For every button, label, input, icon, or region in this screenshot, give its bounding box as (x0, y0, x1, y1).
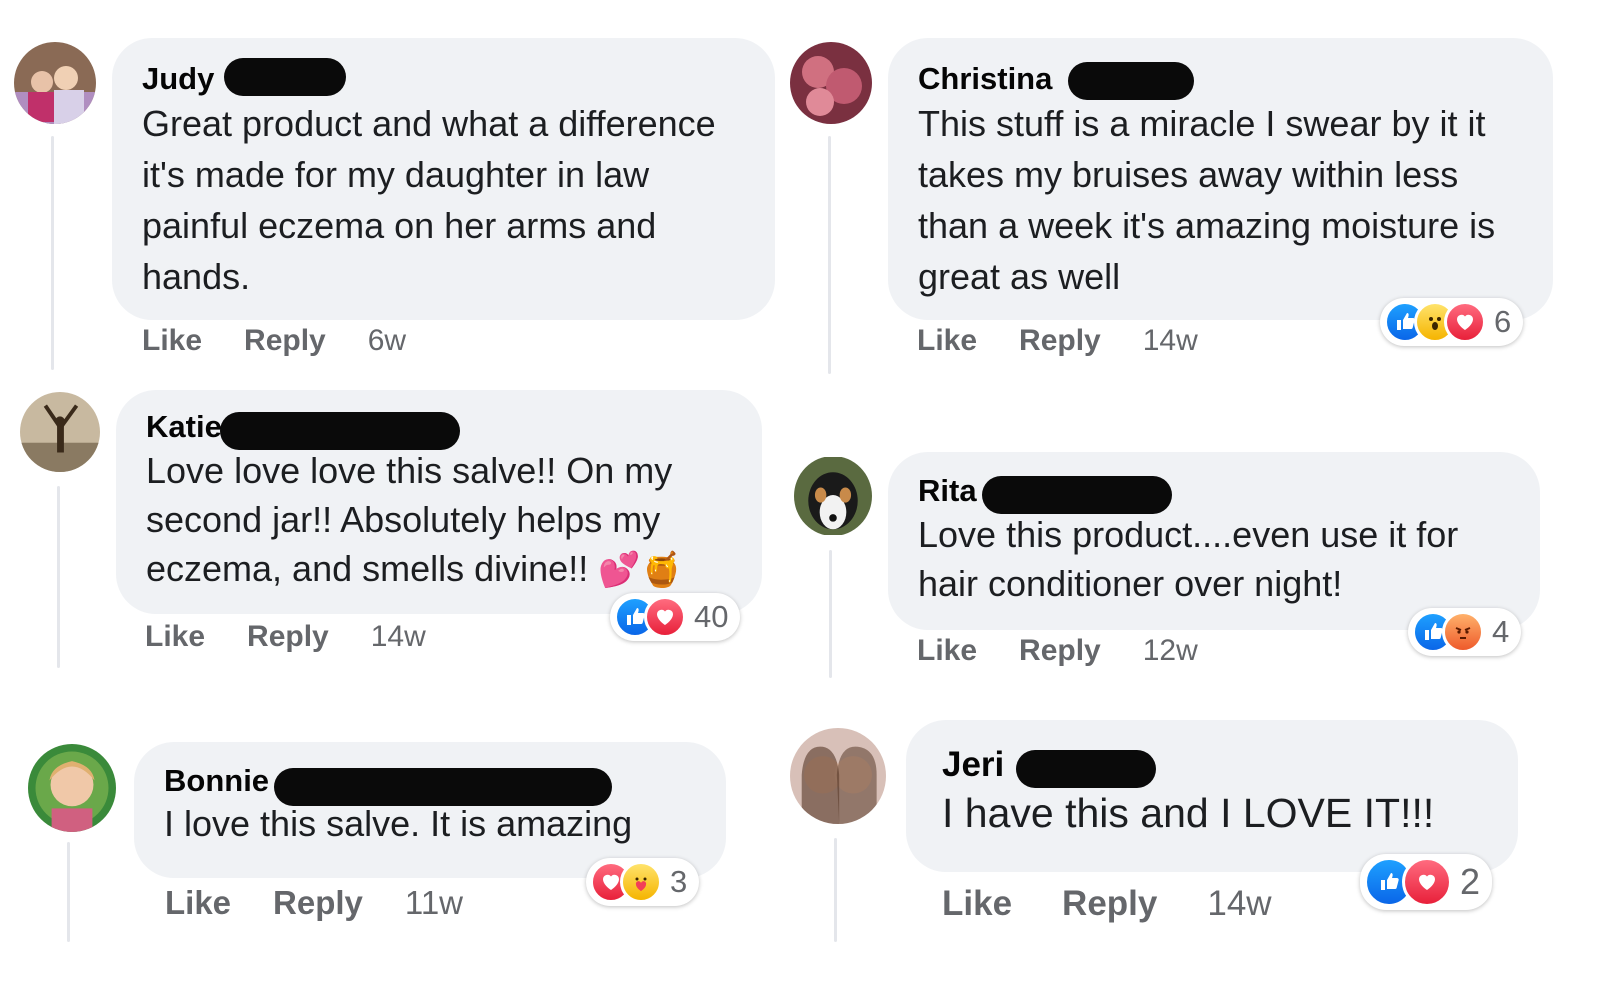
reply-button[interactable]: Reply (1019, 324, 1101, 358)
reply-button[interactable]: Reply (244, 324, 326, 358)
avatar[interactable] (28, 744, 116, 832)
comment-actions: Like Reply 14w (942, 884, 1272, 924)
reaction-summary[interactable]: 2 (1360, 854, 1493, 910)
comment-text: Love love love this salve!! On my second… (146, 450, 683, 589)
author-name[interactable]: Judy (142, 58, 745, 98)
comment-actions: Like Reply 11w (165, 884, 463, 922)
thread-line (834, 838, 837, 942)
love-icon (1444, 301, 1486, 343)
love-icon (644, 596, 686, 638)
like-button[interactable]: Like (917, 634, 977, 668)
comment-actions: Like Reply 14w (145, 620, 426, 654)
comment-actions: Like Reply 6w (142, 324, 406, 358)
author-name[interactable]: Rita (918, 472, 1510, 514)
reply-button[interactable]: Reply (247, 620, 329, 654)
like-button[interactable]: Like (142, 324, 202, 358)
redaction-bar (274, 768, 612, 806)
comment-actions: Like Reply 12w (917, 634, 1198, 668)
comment-bubble: Rita Love this product....even use it fo… (888, 452, 1540, 630)
reply-button[interactable]: Reply (1019, 634, 1101, 668)
timestamp[interactable]: 14w (1143, 324, 1198, 358)
avatar[interactable] (14, 42, 96, 124)
author-name[interactable]: Christina (918, 60, 1523, 100)
reaction-count: 3 (670, 864, 688, 899)
thread-line (57, 486, 60, 668)
avatar[interactable] (790, 42, 872, 124)
like-button[interactable]: Like (917, 324, 977, 358)
angry-icon (1442, 611, 1484, 653)
care-icon (620, 861, 662, 903)
comment-bubble: Christina This stuff is a miracle I swea… (888, 38, 1553, 320)
comment-bubble: Katie Love love love this salve!! On my … (116, 390, 762, 614)
reaction-summary[interactable]: 40 (610, 593, 741, 641)
redaction-bar (220, 412, 460, 450)
redaction-bar (1068, 62, 1194, 100)
reply-button[interactable]: Reply (273, 884, 363, 922)
timestamp[interactable]: 14w (371, 620, 426, 654)
comment-bubble: Judy Great product and what a difference… (112, 38, 775, 320)
comment-bubble: Jeri I have this and I LOVE IT!!! (906, 720, 1518, 872)
avatar[interactable] (790, 728, 886, 824)
avatar[interactable] (794, 456, 872, 536)
author-name[interactable]: Bonnie (164, 762, 696, 806)
redaction-bar (1016, 750, 1156, 788)
comment-text: Love this product....even use it for hai… (918, 514, 1459, 604)
timestamp[interactable]: 14w (1207, 884, 1271, 924)
thread-line (51, 136, 54, 370)
thread-line (828, 136, 831, 374)
inline-emoji: 💕🍯 (598, 551, 683, 589)
comment-text: I have this and I LOVE IT!!! (942, 790, 1435, 836)
reply-button[interactable]: Reply (1062, 884, 1157, 924)
like-button[interactable]: Like (942, 884, 1012, 924)
thread-line (829, 550, 832, 678)
reaction-count: 2 (1460, 861, 1481, 902)
reaction-count: 40 (694, 599, 729, 634)
reaction-summary[interactable]: 3 (586, 858, 700, 906)
redaction-bar (982, 476, 1172, 514)
comment-text: I love this salve. It is amazing (164, 803, 633, 844)
like-button[interactable]: Like (145, 620, 205, 654)
comment-actions: Like Reply 14w (917, 324, 1198, 358)
author-name[interactable]: Katie (146, 408, 732, 450)
reaction-count: 4 (1492, 614, 1510, 649)
avatar[interactable] (20, 392, 100, 472)
reaction-count: 6 (1494, 304, 1512, 339)
love-icon (1402, 857, 1452, 907)
redaction-bar (224, 58, 346, 96)
thread-line (67, 842, 70, 942)
like-button[interactable]: Like (165, 884, 231, 922)
comment-text: Great product and what a difference it's… (142, 103, 716, 297)
reaction-summary[interactable]: 6 (1380, 298, 1524, 346)
timestamp[interactable]: 6w (368, 324, 406, 358)
reaction-summary[interactable]: 4 (1408, 608, 1522, 656)
author-name[interactable]: Jeri (942, 746, 1488, 788)
timestamp[interactable]: 12w (1143, 634, 1198, 668)
comment-text: This stuff is a miracle I swear by it it… (918, 103, 1496, 297)
timestamp[interactable]: 11w (405, 884, 463, 922)
